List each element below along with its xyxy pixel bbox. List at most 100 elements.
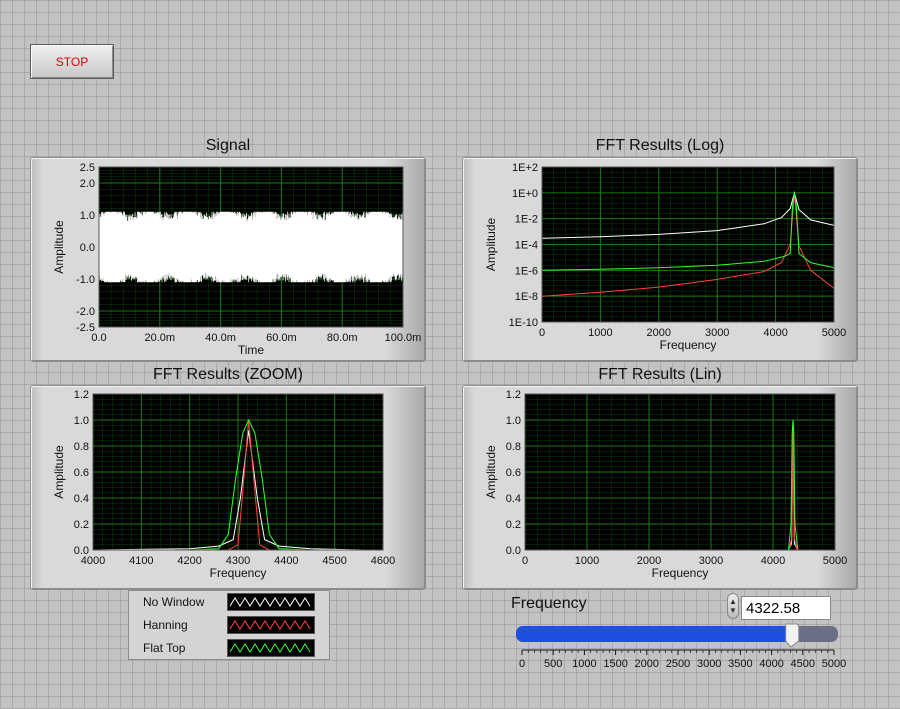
signal-waveform bbox=[98, 211, 404, 283]
y-axis-label: Amplitude bbox=[52, 220, 66, 274]
x-tick-label: 4000 bbox=[761, 555, 785, 567]
y-tick-label: 1E-2 bbox=[515, 214, 538, 226]
y-tick-label: 1.0 bbox=[80, 210, 95, 222]
fft-lin-graph-plot: 0 1000 2000 3000 4000 50001.21.00.80.60.40.20… bbox=[484, 389, 847, 580]
x-tick-label: 4100 bbox=[129, 555, 153, 567]
y-tick-label: 1E-8 bbox=[515, 291, 538, 303]
x-tick-label: 0 bbox=[522, 555, 528, 567]
x-axis-label: Frequency bbox=[660, 338, 717, 352]
y-axis-label: Amplitude bbox=[484, 445, 498, 499]
fft-zoom-graph-title: FFT Results (ZOOM) bbox=[153, 366, 303, 383]
x-tick-label: 5000 bbox=[823, 555, 847, 567]
y-tick-label: 0.6 bbox=[506, 467, 521, 479]
legend-wave-icon bbox=[229, 643, 311, 653]
slider-tick-label: 500 bbox=[544, 658, 562, 670]
legend-item-no-window[interactable]: No Window bbox=[129, 591, 329, 613]
x-tick-label: 5000 bbox=[822, 327, 846, 339]
x-axis-label: Frequency bbox=[210, 566, 267, 580]
stop-button[interactable]: STOP bbox=[30, 44, 114, 79]
frequency-increment-decrement[interactable]: ▲ ▼ bbox=[727, 593, 739, 619]
x-tick-label: 40.0m bbox=[205, 332, 236, 344]
legend-item-hanning[interactable]: Hanning bbox=[129, 614, 329, 636]
x-tick-label: 4200 bbox=[177, 555, 201, 567]
legend-swatch bbox=[227, 639, 315, 657]
y-tick-label: 0.0 bbox=[506, 545, 521, 557]
x-tick-label: 4500 bbox=[322, 555, 346, 567]
x-tick-label: 4400 bbox=[274, 555, 298, 567]
frequency-slider[interactable]: 0 500 1000 1500 2000 2500 3000 3500 4000 4500 5000 bbox=[510, 620, 850, 672]
y-tick-label: 0.0 bbox=[74, 545, 89, 557]
x-tick-label: 80.0m bbox=[327, 332, 358, 344]
legend-swatch bbox=[227, 616, 315, 634]
fft-log-graph-plot: 0 1000 2000 3000 4000 50001E+21E+01E-21E-41E-… bbox=[484, 162, 846, 352]
y-tick-label: 1E+2 bbox=[512, 162, 538, 174]
frequency-numeric-input[interactable] bbox=[741, 596, 831, 620]
x-tick-label: 0 bbox=[539, 327, 545, 339]
slider-tick-label: 2500 bbox=[666, 658, 690, 670]
slider-tick-label: 1000 bbox=[572, 658, 596, 670]
legend-swatch bbox=[227, 593, 315, 611]
x-tick-label: 1000 bbox=[588, 327, 612, 339]
slider-tick-label: 4500 bbox=[791, 658, 815, 670]
x-axis-label: Time bbox=[238, 343, 265, 357]
y-tick-label: 1E-4 bbox=[515, 240, 538, 252]
x-tick-label: 20.0m bbox=[145, 332, 176, 344]
y-tick-label: 0.4 bbox=[74, 493, 89, 505]
y-tick-label: 0.2 bbox=[74, 519, 89, 531]
y-tick-label: 1.2 bbox=[506, 389, 521, 401]
slider-tick-label: 3500 bbox=[728, 658, 752, 670]
x-tick-label: 60.0m bbox=[266, 332, 297, 344]
legend-label: Flat Top bbox=[143, 641, 186, 655]
chevron-down-icon[interactable]: ▼ bbox=[729, 606, 737, 615]
slider-tick-label: 4000 bbox=[759, 658, 783, 670]
legend-wave-line bbox=[229, 643, 311, 653]
signal-graph-plot: 0.0 20.0m 40.0m 60.0m 80.0m 100.0m2.52.01.00.… bbox=[52, 162, 422, 357]
y-tick-label: -2.0 bbox=[76, 306, 95, 318]
y-tick-label: 0.4 bbox=[506, 493, 521, 505]
x-tick-label: 100.0m bbox=[385, 332, 422, 344]
y-tick-label: 0.8 bbox=[506, 441, 521, 453]
y-axis-label: Amplitude bbox=[52, 445, 66, 499]
signal-graph-title: Signal bbox=[205, 137, 251, 154]
y-tick-label: 1.0 bbox=[74, 415, 89, 427]
fft-zoom-graph: 4000 4100 4200 4300 4400 4500 4600 1.2 1.0 0.8 0.6… bbox=[30, 385, 426, 590]
y-tick-label: 0.6 bbox=[74, 467, 89, 479]
y-axis-label: Amplitude bbox=[484, 218, 498, 272]
slider-fill bbox=[516, 626, 792, 642]
y-tick-label: 0.2 bbox=[506, 519, 521, 531]
fft-lin-graph: 0 1000 2000 3000 4000 5000 1.2 1.0 0.8 0.6 0.4 0.2 0… bbox=[462, 385, 858, 590]
slider-tick-label: 5000 bbox=[822, 658, 846, 670]
slider-tick-label: 3000 bbox=[697, 658, 721, 670]
y-tick-label: 2.5 bbox=[80, 162, 95, 174]
x-tick-label: 4600 bbox=[371, 555, 395, 567]
x-tick-label: 1000 bbox=[575, 555, 599, 567]
legend-wave-icon bbox=[229, 597, 311, 607]
y-tick-label: -1.0 bbox=[76, 274, 95, 286]
y-tick-label: 1.2 bbox=[74, 389, 89, 401]
x-tick-label: 4000 bbox=[763, 327, 787, 339]
fft-log-graph: 0 1000 2000 3000 4000 5000 1E+2 1E+0 1E-2 1E-4 1E-… bbox=[462, 157, 858, 362]
y-tick-label: 1E-6 bbox=[515, 265, 538, 277]
fft-zoom-graph-plot: 4000 4100 4200 4300 4400 4500 46001.21.00.80.6… bbox=[52, 389, 395, 580]
legend-label: No Window bbox=[143, 595, 205, 609]
legend-wave-line bbox=[229, 597, 311, 607]
x-axis-label: Frequency bbox=[652, 566, 709, 580]
legend-wave-line bbox=[229, 620, 311, 630]
slider-tick-label: 2000 bbox=[635, 658, 659, 670]
y-tick-label: 1E-10 bbox=[509, 317, 538, 329]
y-tick-label: 2.0 bbox=[80, 178, 95, 190]
chevron-up-icon[interactable]: ▲ bbox=[729, 597, 737, 606]
y-tick-label: 1E+0 bbox=[512, 188, 538, 200]
frequency-label: Frequency bbox=[511, 595, 587, 612]
y-tick-label: 0.0 bbox=[80, 242, 95, 254]
legend-wave-icon bbox=[229, 620, 311, 630]
plot-legend: No Window Hanning Flat Top bbox=[128, 590, 330, 660]
y-tick-label: 0.8 bbox=[74, 441, 89, 453]
slider-thumb[interactable] bbox=[785, 623, 800, 648]
y-tick-label: 1.0 bbox=[506, 415, 521, 427]
slider-tick-label: 1500 bbox=[603, 658, 627, 670]
legend-item-flat-top[interactable]: Flat Top bbox=[129, 637, 329, 659]
signal-graph: 0.0 20.0m 40.0m 60.0m 80.0m 100.0m 2.5 2.0 1.0 0.… bbox=[30, 157, 426, 362]
fft-lin-graph-title: FFT Results (Lin) bbox=[598, 366, 722, 383]
legend-label: Hanning bbox=[143, 618, 188, 632]
